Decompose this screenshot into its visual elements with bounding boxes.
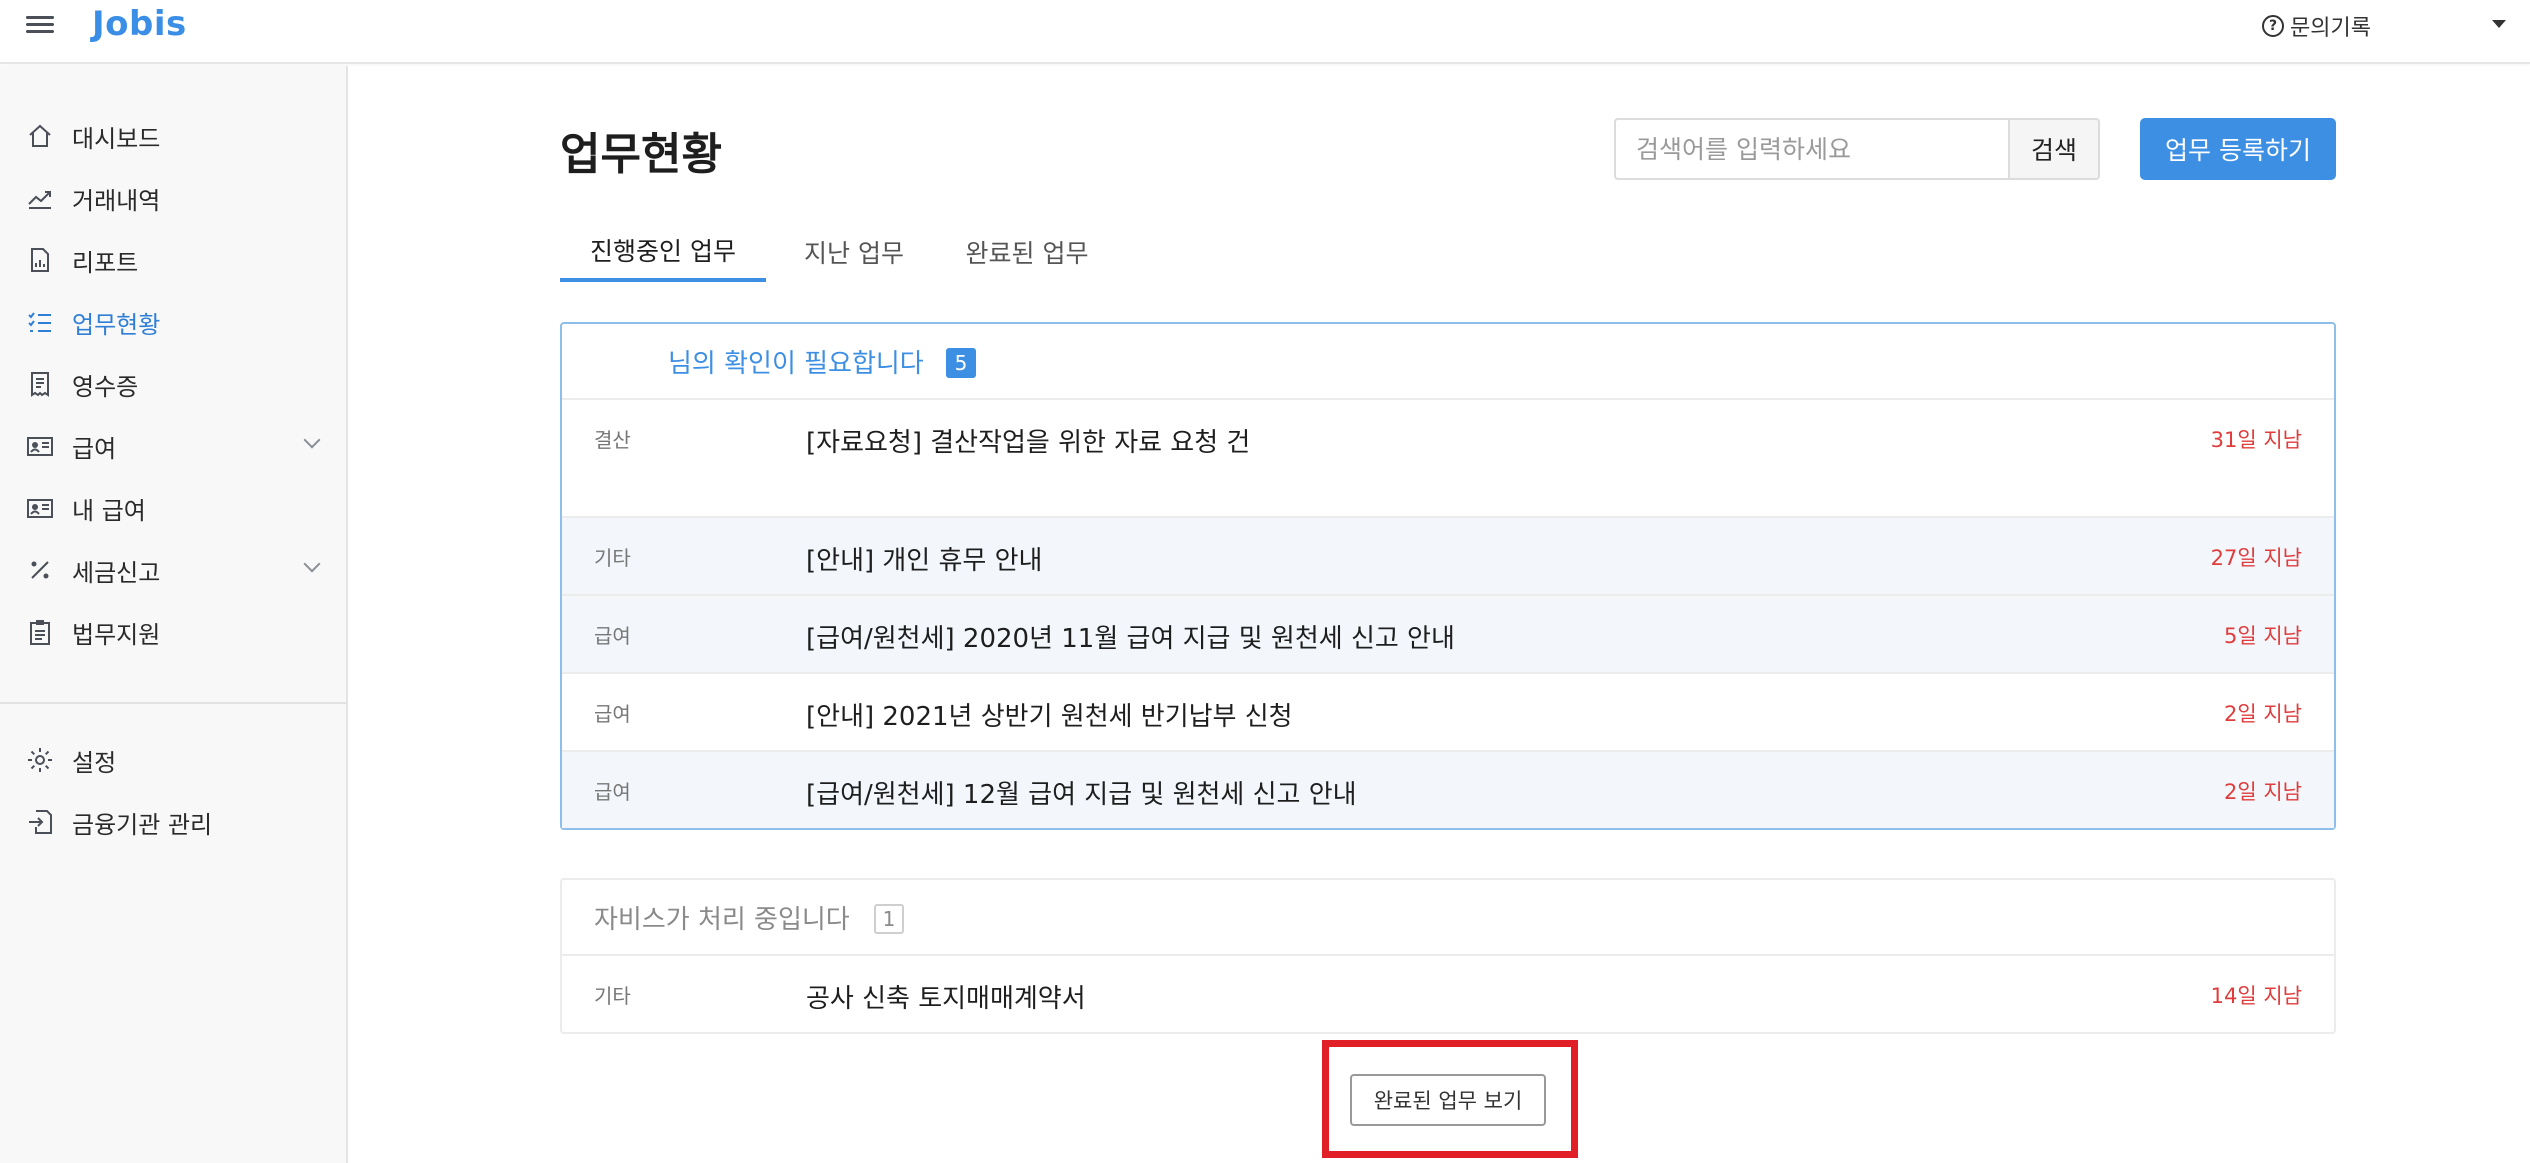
task-category: 급여 (594, 624, 631, 648)
task-overdue: 27일 지남 (2210, 546, 2302, 570)
sidebar-divider (0, 702, 346, 704)
sidebar-item-payroll[interactable]: 급여 (0, 418, 346, 474)
task-category: 급여 (594, 780, 631, 804)
sidebar-item-dashboard[interactable]: 대시보드 (0, 108, 346, 164)
task-overdue: 2일 지남 (2224, 702, 2302, 726)
hamburger-menu-icon[interactable] (26, 12, 54, 40)
sidebar-item-label: 영수증 (72, 372, 139, 401)
help-history-label: 문의기록 (2290, 16, 2371, 41)
count-badge: 1 (874, 904, 904, 934)
trend-chart-icon (28, 191, 51, 209)
sidebar-item-settings[interactable]: 설정 (0, 732, 346, 788)
document-chart-icon (31, 248, 49, 272)
sidebar-item-label: 리포트 (72, 248, 139, 277)
tab-in-progress[interactable]: 진행중인 업무 (560, 222, 766, 282)
sidebar-item-label: 세금신고 (72, 558, 161, 587)
task-subject: [안내] 2021년 상반기 원천세 반기납부 신청 (806, 702, 1293, 732)
search-button[interactable]: 검색 (2008, 118, 2100, 180)
search-input[interactable] (1614, 118, 2010, 180)
top-bar: Jobis ? 문의기록 (0, 0, 2530, 64)
id-card-icon (27, 437, 53, 456)
panel-title: 님의 확인이 필요합니다 (668, 348, 924, 379)
task-row[interactable]: 기타 [안내] 개인 휴무 안내 27일 지남 (562, 518, 2334, 596)
task-row[interactable]: 결산 [자료요청] 결산작업을 위한 자료 요청 건 31일 지남 (562, 400, 2334, 518)
task-row[interactable]: 급여 [급여/원천세] 12월 급여 지급 및 원천세 신고 안내 2일 지남 (562, 752, 2334, 828)
checklist-icon (28, 312, 51, 332)
task-overdue: 2일 지남 (2224, 780, 2302, 804)
chevron-down-icon (303, 555, 321, 573)
account-dropdown-caret-icon[interactable] (2492, 20, 2506, 28)
sidebar-item-receipts[interactable]: 영수증 (0, 356, 346, 412)
task-tabs: 진행중인 업무 지난 업무 완료된 업무 (560, 222, 2336, 282)
question-circle-icon: ? (2262, 15, 2284, 37)
task-row[interactable]: 기타 공사 신축 토지매매계약서 14일 지남 (562, 956, 2334, 1032)
page-title: 업무현황 (560, 129, 722, 180)
task-subject: [자료요청] 결산작업을 위한 자료 요청 건 (806, 428, 1251, 458)
gear-icon (28, 748, 52, 772)
task-subject: [급여/원천세] 12월 급여 지급 및 원천세 신고 안내 (806, 780, 1357, 810)
percent-icon (31, 561, 49, 579)
task-row[interactable]: 급여 [급여/원천세] 2020년 11월 급여 지급 및 원천세 신고 안내 … (562, 596, 2334, 674)
task-category: 기타 (594, 546, 631, 570)
task-overdue: 5일 지남 (2224, 624, 2302, 648)
panel-title: 자비스가 처리 중입니다 (594, 904, 850, 935)
bank-import-icon (29, 810, 52, 834)
tab-completed[interactable]: 완료된 업무 (940, 222, 1114, 282)
clipboard-icon (30, 620, 50, 645)
chevron-down-icon (303, 431, 321, 449)
sidebar-item-label: 대시보드 (72, 124, 161, 153)
sidebar-item-transactions[interactable]: 거래내역 (0, 170, 346, 226)
sidebar-item-label: 업무현황 (72, 310, 161, 339)
tab-past[interactable]: 지난 업무 (784, 222, 924, 282)
panel-header: 자비스가 처리 중입니다 1 (562, 880, 2334, 956)
task-subject: 공사 신축 토지매매계약서 (806, 984, 1086, 1014)
home-icon (29, 124, 51, 147)
panel-header: 님의 확인이 필요합니다 5 (562, 324, 2334, 400)
task-subject: [안내] 개인 휴무 안내 (806, 546, 1043, 576)
sidebar-item-report[interactable]: 리포트 (0, 232, 346, 288)
task-row[interactable]: 급여 [안내] 2021년 상반기 원천세 반기납부 신청 2일 지남 (562, 674, 2334, 752)
task-category: 기타 (594, 984, 631, 1008)
needs-confirmation-panel: 님의 확인이 필요합니다 5 결산 [자료요청] 결산작업을 위한 자료 요청 … (560, 322, 2336, 830)
task-overdue: 31일 지남 (2210, 428, 2302, 452)
help-history-link[interactable]: ? 문의기록 (2262, 10, 2371, 42)
sidebar-item-my-payroll[interactable]: 내 급여 (0, 480, 346, 536)
processing-panel: 자비스가 처리 중입니다 1 기타 공사 신축 토지매매계약서 14일 지남 (560, 878, 2336, 1034)
task-subject: [급여/원천세] 2020년 11월 급여 지급 및 원천세 신고 안내 (806, 624, 1455, 654)
sidebar-item-label: 거래내역 (72, 186, 161, 215)
register-task-button[interactable]: 업무 등록하기 (2140, 118, 2336, 180)
view-completed-tasks-button[interactable]: 완료된 업무 보기 (1350, 1074, 1546, 1126)
sidebar-item-label: 금융기관 관리 (72, 810, 213, 839)
task-category: 결산 (594, 428, 631, 452)
sidebar-item-tax-filing[interactable]: 세금신고 (0, 542, 346, 598)
sidebar-item-label: 급여 (72, 434, 117, 463)
task-overdue: 14일 지남 (2210, 984, 2302, 1008)
sidebar-item-label: 내 급여 (72, 496, 146, 525)
receipt-icon (31, 372, 49, 397)
count-badge: 5 (946, 348, 976, 378)
sidebar: 대시보드 거래내역 리포트 업무현황 영수증 급여 내 급여 세금신고 법무지원… (0, 66, 348, 1163)
app-logo[interactable]: Jobis (92, 4, 187, 44)
task-category: 급여 (594, 702, 631, 726)
id-card-icon (27, 499, 53, 518)
sidebar-item-work-status[interactable]: 업무현황 (0, 294, 346, 350)
sidebar-item-label: 설정 (72, 748, 117, 777)
sidebar-item-financial-institutions[interactable]: 금융기관 관리 (0, 794, 346, 850)
sidebar-item-label: 법무지원 (72, 620, 161, 649)
sidebar-item-legal-support[interactable]: 법무지원 (0, 604, 346, 660)
